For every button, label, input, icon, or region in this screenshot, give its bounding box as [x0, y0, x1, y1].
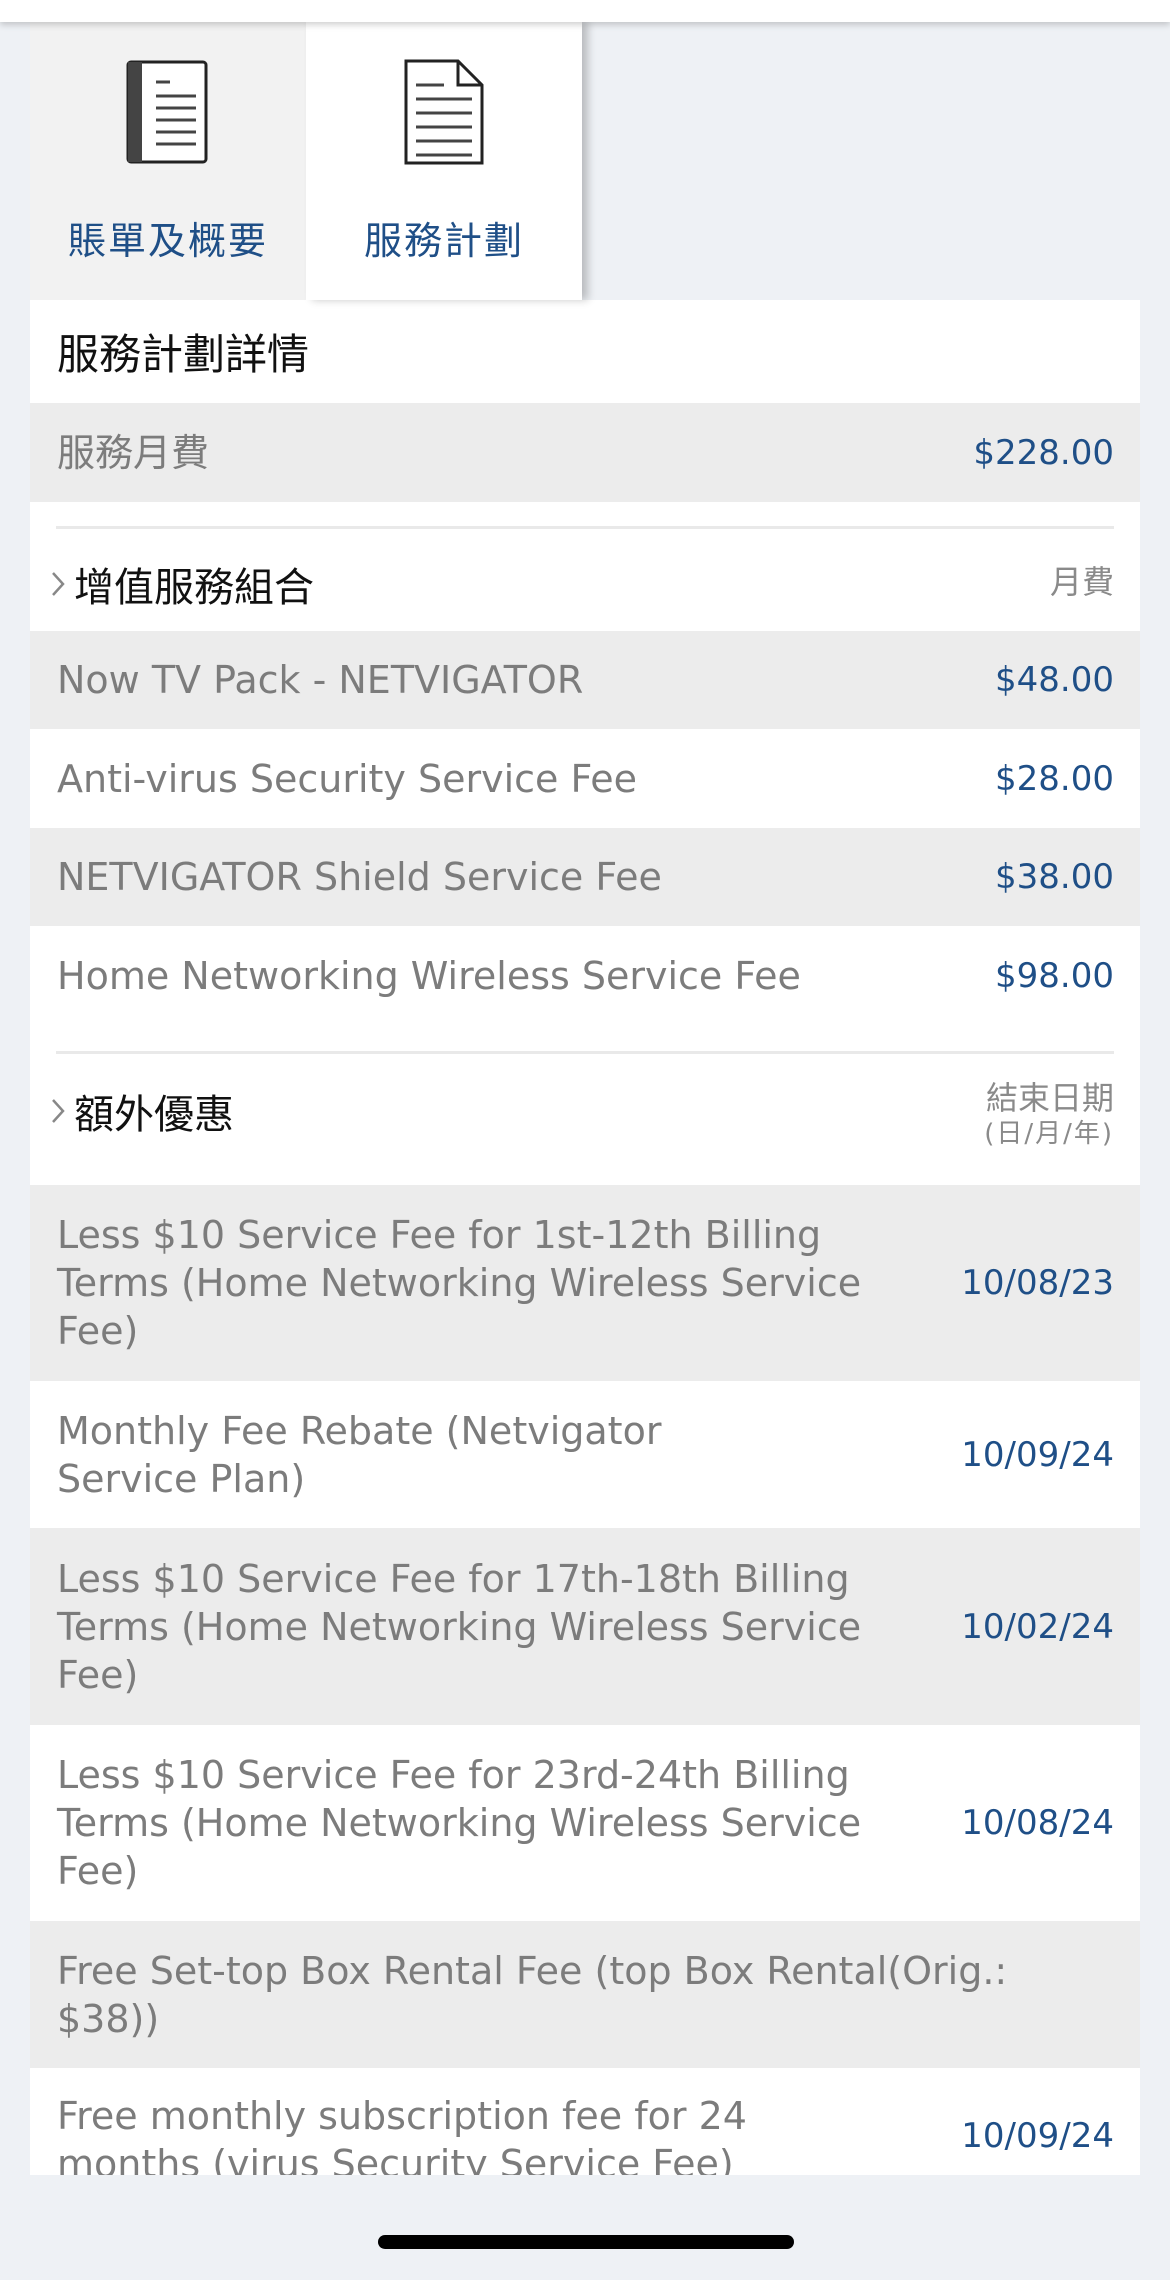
value-added-row-label: Anti-virus Security Service Fee [57, 756, 638, 801]
value-added-section-header[interactable]: 增值服務組合 月費 [30, 529, 1140, 631]
value-added-row-label: NETVIGATOR Shield Service Fee [57, 855, 662, 899]
value-added-row: Anti-virus Security Service Fee $28.00 [30, 729, 1140, 828]
value-added-row-value: $48.00 [995, 660, 1114, 700]
value-added-row-value: $98.00 [995, 955, 1114, 996]
chevron-right-icon [50, 570, 66, 598]
offer-row: Free Set-top Box Rental Fee (top Box Ren… [30, 1921, 1140, 2068]
offer-row-date: 10/02/24 [961, 1606, 1114, 1647]
monthly-fee-label: 服務月費 [57, 430, 210, 475]
top-bar-edge [0, 0, 1170, 22]
home-indicator[interactable] [378, 2235, 794, 2249]
offer-row: Less $10 Service Fee for 1st-12th Billin… [30, 1185, 1140, 1381]
value-added-row: NETVIGATOR Shield Service Fee $38.00 [30, 828, 1140, 926]
offer-row-date: 10/09/24 [961, 1434, 1114, 1475]
tab-service-plan-label: 服務計劃 [363, 219, 524, 263]
service-plan-panel: 服務計劃詳情 服務月費 $228.00 增值服務組合 月費 Now TV Pac… [30, 300, 1140, 2175]
offer-row-date: 10/08/23 [961, 1263, 1114, 1303]
value-added-row-label: Home Networking Wireless Service Fee [57, 953, 801, 998]
offer-row: Monthly Fee Rebate (Netvigator Service P… [30, 1381, 1140, 1528]
extra-offers-column-header: 結束日期 [985, 1079, 1114, 1117]
offer-row-label: Less $10 Service Fee for 23rd-24th Billi… [57, 1753, 862, 1893]
offer-row: Free monthly subscription fee for 24 mon… [30, 2068, 1140, 2175]
value-added-title: 增值服務組合 [74, 565, 314, 611]
extra-offers-section-header[interactable]: 額外優惠 結束日期 (日/月/年) [30, 1054, 1140, 1185]
value-added-row-label: Now TV Pack - NETVIGATOR [57, 658, 584, 702]
monthly-fee-row: 服務月費 $228.00 [30, 403, 1140, 502]
offer-row-label: Free Set-top Box Rental Fee (top Box Ren… [57, 1948, 1008, 2041]
service-plan-icon [404, 57, 484, 167]
offer-row-label: Free monthly subscription fee for 24 mon… [57, 2094, 747, 2175]
extra-offers-column-subheader: (日/月/年) [984, 1119, 1114, 1149]
offer-row-date: 10/08/24 [961, 1803, 1114, 1843]
spacer [30, 502, 1140, 526]
offer-row-label: Less $10 Service Fee for 1st-12th Billin… [57, 1213, 862, 1353]
value-added-column-header: 月費 [1049, 563, 1114, 601]
offer-row: Less $10 Service Fee for 17th-18th Billi… [30, 1528, 1140, 1725]
offer-row-label: Less $10 Service Fee for 17th-18th Billi… [57, 1556, 862, 1697]
chevron-right-icon [50, 1097, 66, 1125]
value-added-row: Home Networking Wireless Service Fee $98… [30, 926, 1140, 1025]
tab-bar: 賬單及概要 服務計劃 [30, 22, 582, 300]
value-added-row: Now TV Pack - NETVIGATOR $48.00 [30, 631, 1140, 729]
value-added-row-value: $38.00 [995, 857, 1114, 897]
panel-title: 服務計劃詳情 [30, 300, 1140, 403]
spacer [30, 1025, 1140, 1051]
offer-row-date: 10/09/24 [961, 2116, 1114, 2156]
value-added-row-value: $28.00 [995, 758, 1114, 799]
bill-summary-icon [126, 57, 210, 167]
offer-row: Less $10 Service Fee for 23rd-24th Billi… [30, 1725, 1140, 1921]
offer-row-label: Monthly Fee Rebate (Netvigator Service P… [57, 1408, 662, 1501]
monthly-fee-value: $228.00 [973, 432, 1114, 473]
extra-offers-title: 額外優惠 [74, 1092, 234, 1138]
tab-service-plan[interactable]: 服務計劃 [306, 22, 582, 300]
tab-bill-summary-label: 賬單及概要 [67, 219, 268, 263]
tab-bill-summary[interactable]: 賬單及概要 [30, 22, 306, 300]
